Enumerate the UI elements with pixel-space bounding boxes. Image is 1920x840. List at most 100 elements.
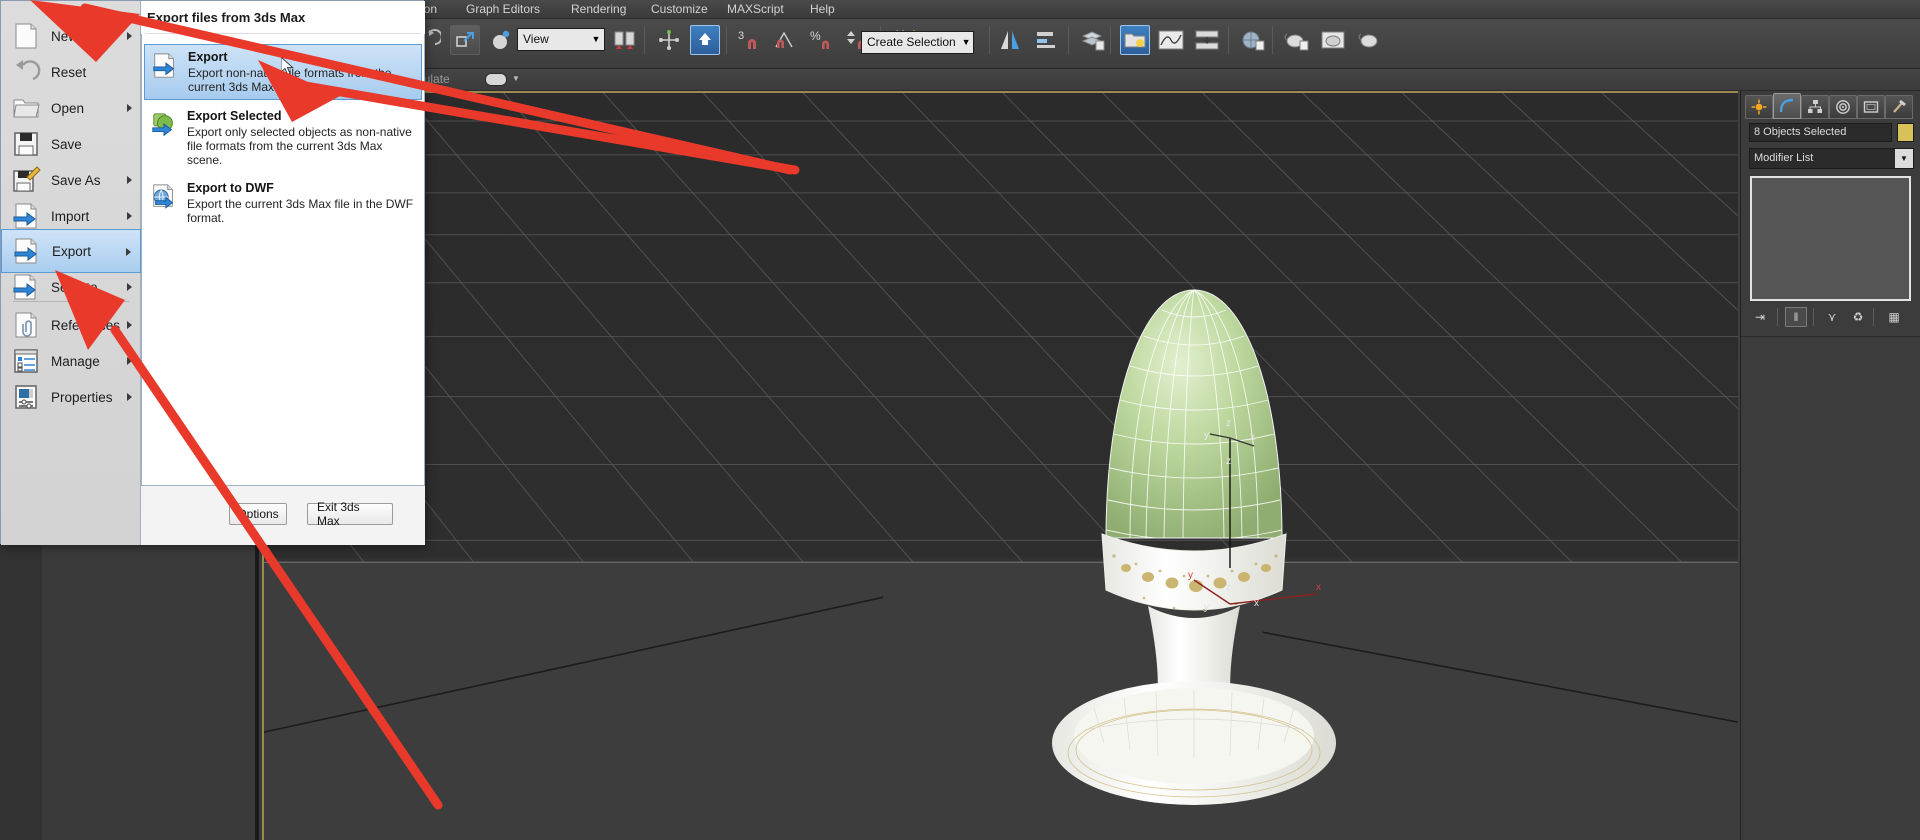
gizmo-axis-y: y bbox=[1204, 430, 1209, 441]
export-option-description: Export only selected objects as non-nati… bbox=[187, 125, 412, 167]
application-menu: New Reset Open Save Save As Import Expor… bbox=[0, 0, 425, 545]
menu-item-rendering[interactable]: Rendering bbox=[571, 1, 626, 18]
menu-item-label: Reset bbox=[51, 64, 87, 80]
export-option-text: Export Export non-native file formats fr… bbox=[188, 50, 415, 94]
toolbar-separator-6 bbox=[1110, 26, 1111, 54]
menu-item-label: Save bbox=[51, 136, 82, 152]
application-menu-left-column: New Reset Open Save Save As Import Expor… bbox=[1, 1, 141, 545]
menu-item-customize[interactable]: Customize bbox=[651, 1, 708, 18]
object-gizmo-axis-y2: y bbox=[1204, 602, 1209, 613]
exit-3ds-max-button[interactable]: Exit 3ds Max bbox=[307, 500, 393, 528]
toolbar-divider-3 bbox=[1873, 308, 1874, 326]
menu-item-maxscript[interactable]: MAXScript bbox=[727, 1, 784, 18]
utilities-hammer-icon bbox=[1893, 99, 1906, 113]
save-floppy-icon bbox=[11, 129, 41, 159]
angle-snap-toggle-button[interactable] bbox=[772, 25, 802, 55]
panel-title: Export files from 3ds Max bbox=[147, 10, 306, 25]
material-editor-sphere-icon bbox=[1242, 31, 1265, 51]
layer-manager-button[interactable] bbox=[1078, 25, 1108, 55]
reference-coordinate-system-combo[interactable]: View ▼ bbox=[517, 28, 605, 51]
schematic-view-button[interactable] bbox=[1192, 25, 1222, 55]
render-setup-button[interactable] bbox=[1282, 25, 1312, 55]
svg-text:%: % bbox=[810, 29, 821, 43]
perspective-viewport[interactable]: z x y z y x z y x FR bbox=[262, 91, 1738, 840]
snaps-toggle-3d-button[interactable]: 3 bbox=[736, 25, 766, 55]
menu-item-graph-editors[interactable]: Graph Editors bbox=[466, 1, 540, 18]
3d-object-egg-lamp[interactable]: z x y z y x z y x bbox=[1044, 238, 1404, 818]
submenu-arrow-icon bbox=[127, 176, 132, 184]
percent-snap-toggle-button[interactable]: % bbox=[808, 25, 838, 55]
menu-item-properties[interactable]: Properties bbox=[1, 375, 141, 419]
teapot-render-setup-icon bbox=[1284, 33, 1309, 51]
mouse-cursor bbox=[281, 57, 294, 76]
rendered-frame-window-button[interactable] bbox=[1318, 25, 1348, 55]
modify-tab[interactable] bbox=[1773, 93, 1801, 119]
render-production-button[interactable] bbox=[1354, 25, 1384, 55]
configure-modifier-sets-button[interactable]: ▦ bbox=[1883, 307, 1905, 327]
export-dwf-globe-icon bbox=[150, 183, 178, 211]
menu-item-label: Manage bbox=[51, 353, 100, 369]
object-gizmo-axis-z: z bbox=[1226, 582, 1231, 593]
angle-snap-icon bbox=[775, 31, 793, 48]
export-document-arrow-icon bbox=[12, 236, 42, 266]
selection-set-value: Create Selection Se bbox=[867, 35, 959, 49]
menu-item-label: Save As bbox=[51, 172, 101, 188]
selection-set-combo[interactable]: Create Selection Se ▼ bbox=[861, 31, 974, 54]
align-button[interactable] bbox=[1032, 25, 1062, 55]
options-button[interactable]: Options bbox=[229, 503, 287, 525]
modifier-list-dropdown[interactable]: Modifier List ▼ bbox=[1749, 148, 1914, 169]
export-option-description: Export the current 3ds Max file in the D… bbox=[187, 197, 414, 225]
select-and-link-button[interactable] bbox=[450, 25, 480, 55]
selected-object-name[interactable]: 8 Objects Selected bbox=[1749, 123, 1892, 142]
chevron-down-icon: ▼ bbox=[591, 34, 601, 44]
export-option-description: Export non-native file formats from the … bbox=[188, 66, 392, 94]
toolbar-separator-4 bbox=[989, 26, 990, 54]
menu-item-label: References bbox=[51, 317, 121, 333]
modifier-stack-toolbar: ⇥ ‖ ⋎ ♻ ▦ bbox=[1749, 307, 1914, 329]
make-unique-button[interactable]: ⋎ bbox=[1821, 307, 1843, 327]
object-color-swatch[interactable] bbox=[1897, 123, 1914, 142]
menu-item-help[interactable]: Help bbox=[810, 1, 835, 18]
export-option-title: Export Selected bbox=[187, 109, 282, 123]
gizmo-axis-x: x bbox=[1250, 432, 1255, 443]
create-tab[interactable] bbox=[1745, 95, 1773, 119]
properties-panel-icon bbox=[11, 382, 41, 412]
export-option-title: Export to DWF bbox=[187, 181, 274, 195]
export-option-title: Export bbox=[188, 50, 228, 64]
modifier-list-label: Modifier List bbox=[1754, 152, 1814, 164]
show-end-result-button[interactable]: ‖ bbox=[1785, 307, 1807, 327]
mirror-button[interactable] bbox=[996, 25, 1026, 55]
material-editor-button[interactable] bbox=[1238, 25, 1268, 55]
application-menu-right-panel: Export files from 3ds Max Export Export … bbox=[141, 1, 425, 545]
ribbon-dropdown-pill[interactable] bbox=[485, 73, 507, 86]
modifier-stack-list[interactable] bbox=[1750, 176, 1911, 301]
new-document-icon bbox=[11, 21, 41, 51]
mirror-icon bbox=[1001, 31, 1019, 49]
import-document-arrow-icon bbox=[11, 201, 41, 231]
hierarchy-tab[interactable] bbox=[1801, 95, 1829, 119]
pivot-center-icon bbox=[614, 31, 635, 49]
pin-stack-button[interactable]: ⇥ bbox=[1749, 307, 1771, 327]
curve-editor-button[interactable] bbox=[1156, 25, 1186, 55]
export-document-arrow-icon bbox=[151, 52, 179, 80]
scene-explorer-button[interactable] bbox=[1120, 25, 1150, 55]
display-tab[interactable] bbox=[1857, 95, 1885, 119]
bind-to-space-warp-button[interactable] bbox=[486, 25, 516, 55]
chevron-down-icon: ▼ bbox=[1895, 149, 1913, 168]
toolbar-separator-7 bbox=[1228, 26, 1229, 54]
utilities-tab[interactable] bbox=[1885, 95, 1913, 119]
snaps-toggle-button[interactable] bbox=[690, 25, 720, 55]
scene-explorer-folder-icon bbox=[1124, 33, 1146, 48]
chevron-down-icon[interactable]: ▼ bbox=[512, 74, 520, 83]
motion-tab[interactable] bbox=[1829, 95, 1857, 119]
export-option-export-to-dwf[interactable]: Export to DWF Export the current 3ds Max… bbox=[144, 176, 422, 230]
export-options-list: Export Export non-native file formats fr… bbox=[141, 34, 425, 486]
remove-modifier-button[interactable]: ♻ bbox=[1847, 307, 1869, 327]
object-gizmo-axis-x: x bbox=[1316, 582, 1321, 593]
submenu-arrow-icon bbox=[127, 393, 132, 401]
export-option-export-selected[interactable]: Export Selected Export only selected obj… bbox=[144, 104, 422, 172]
select-and-manipulate-button[interactable] bbox=[654, 25, 684, 55]
use-selection-center-button[interactable] bbox=[610, 25, 640, 55]
object-gizmo-axis-y: y bbox=[1188, 570, 1193, 581]
menu-item-label: Open bbox=[51, 100, 85, 116]
